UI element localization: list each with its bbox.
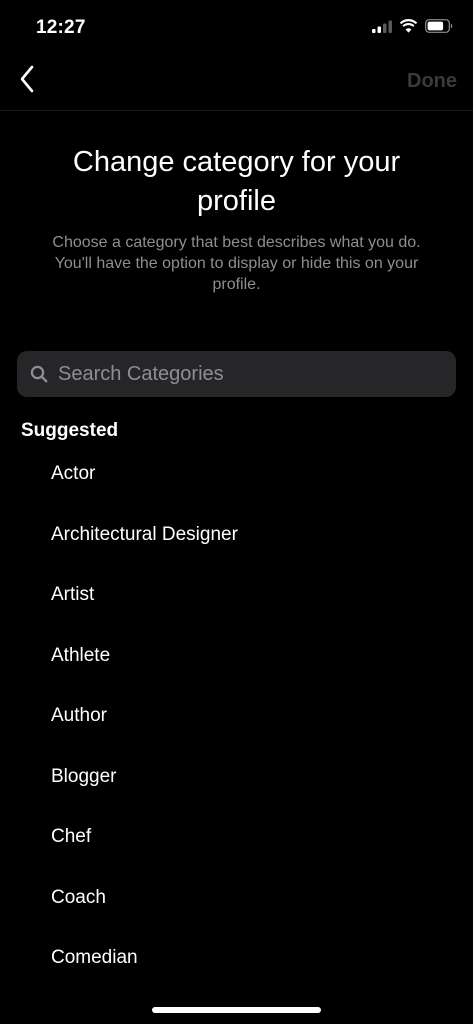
cellular-signal-icon [372,20,392,38]
battery-icon [425,19,453,38]
chevron-left-icon [19,65,35,98]
category-item-blogger[interactable]: Blogger [0,747,473,808]
page-title: Change category for your profile [72,146,401,217]
home-indicator [152,1007,321,1013]
wifi-icon [399,19,418,38]
category-item-athlete[interactable]: Athlete [0,626,473,687]
status-bar: 12:27 [0,0,473,56]
suggested-section-label: Suggested [21,420,119,441]
navigation-bar: Done [0,56,473,111]
category-item-author[interactable]: Author [0,686,473,747]
category-item-coach[interactable]: Coach [0,868,473,929]
search-icon [29,364,49,384]
category-item-actor[interactable]: Actor [0,444,473,505]
page-subtitle: Choose a category that best describes wh… [52,234,421,293]
category-item-comedian[interactable]: Comedian [0,928,473,989]
status-icons [372,19,453,38]
category-list: Actor Architectural Designer Artist Athl… [0,444,473,989]
search-input[interactable] [58,362,418,386]
category-item-chef[interactable]: Chef [0,807,473,868]
status-time: 12:27 [36,17,86,38]
category-item-architectural-designer[interactable]: Architectural Designer [0,505,473,566]
search-bar[interactable] [17,351,456,397]
category-item-artist[interactable]: Artist [0,565,473,626]
done-button[interactable]: Done [407,70,457,93]
page-header: Change category for your profile Choose … [40,143,433,295]
back-button[interactable] [10,64,44,98]
